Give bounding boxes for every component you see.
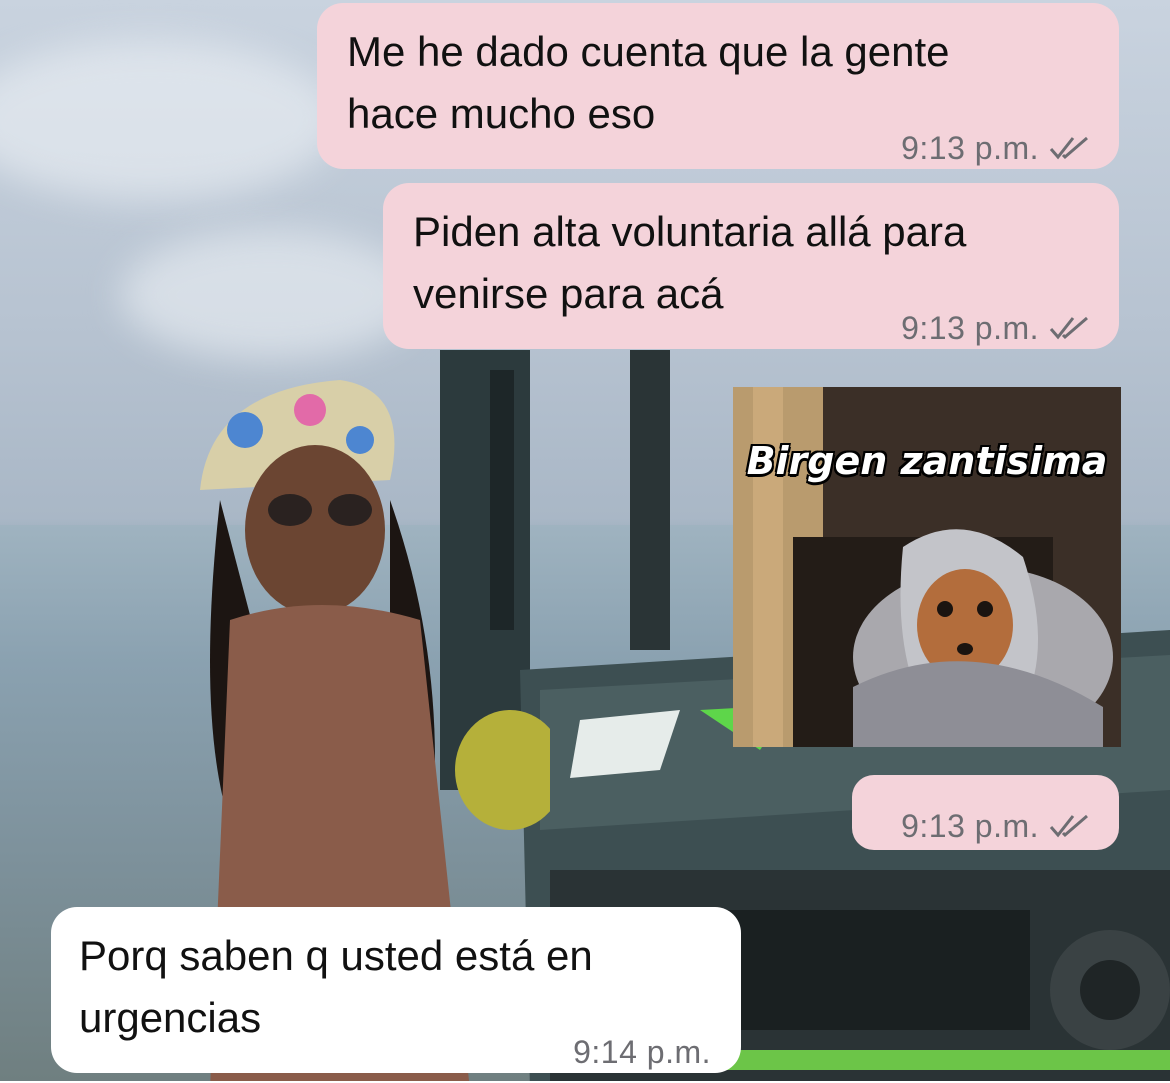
message-text: Me he dado cuenta que la gente hace much… [347, 21, 949, 145]
message-line: urgencias [79, 994, 262, 1041]
message-time: 9:13 p.m. [901, 310, 1039, 346]
message-line: hace mucho eso [347, 90, 656, 137]
message-bubble-incoming[interactable]: Porq saben q usted está en urgencias 9:1… [51, 907, 741, 1073]
wallpaper-cloud [120, 230, 420, 360]
message-time: 9:13 p.m. [901, 130, 1039, 166]
double-check-icon [1049, 136, 1088, 160]
message-line: Piden alta voluntaria allá para [413, 208, 967, 255]
message-meta: 9:13 p.m. [901, 297, 1091, 359]
message-time: 9:14 p.m. [573, 1034, 711, 1070]
message-line: Me he dado cuenta que la gente [347, 28, 950, 75]
message-meta: 9:14 p.m. [573, 1021, 711, 1083]
double-check-icon [1049, 814, 1088, 838]
message-line: Porq saben q usted está en [79, 932, 593, 979]
message-line: venirse para acá [413, 270, 724, 317]
double-check-icon [1049, 316, 1088, 340]
message-meta: 9:13 p.m. [901, 117, 1091, 179]
message-text: Porq saben q usted está en urgencias [79, 925, 593, 1049]
message-bubble-outgoing[interactable]: Me he dado cuenta que la gente hace much… [317, 3, 1119, 169]
wallpaper-cloud [0, 40, 340, 200]
message-bubble-outgoing[interactable]: Piden alta voluntaria allá para venirse … [383, 183, 1119, 349]
message-meta: 9:13 p.m. [901, 795, 1091, 857]
sticker-message[interactable]: Birgen zantisima [733, 387, 1121, 747]
sticker-caption: Birgen zantisima [746, 439, 1108, 483]
sticker-meta-bubble: 9:13 p.m. [852, 775, 1119, 850]
message-text: Piden alta voluntaria allá para venirse … [413, 201, 966, 325]
message-time: 9:13 p.m. [901, 808, 1039, 844]
